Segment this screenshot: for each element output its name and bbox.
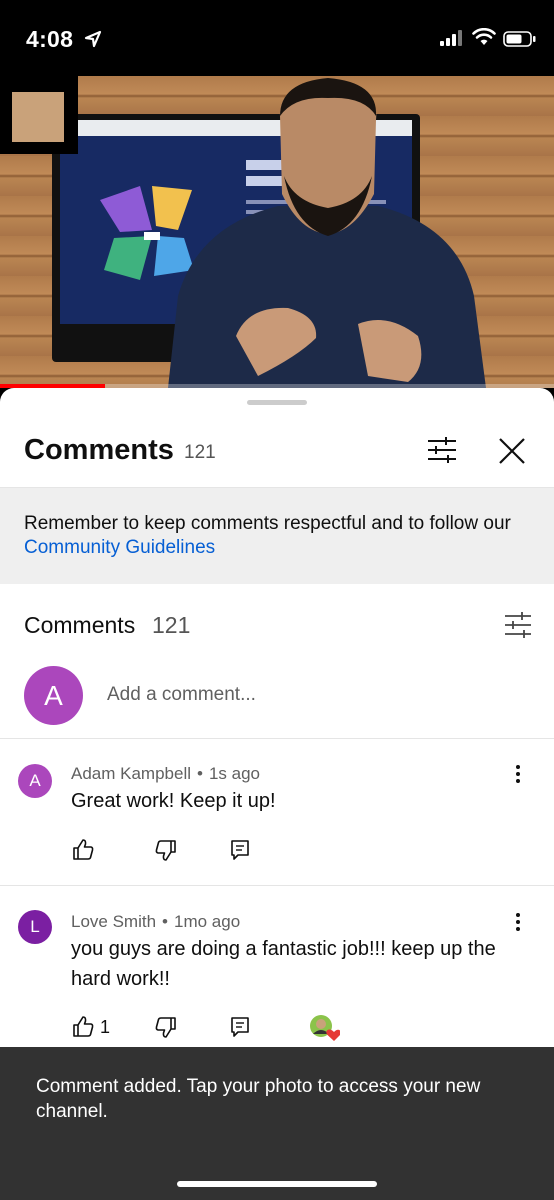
close-icon[interactable] bbox=[498, 437, 526, 465]
snackbar[interactable]: Comment added. Tap your photo to access … bbox=[0, 1047, 554, 1200]
more-options-icon[interactable] bbox=[510, 763, 526, 787]
reply-icon[interactable] bbox=[230, 1016, 250, 1038]
comments-sheet: Comments 121 Remember to keep comments r… bbox=[0, 388, 554, 1200]
meta-separator: • bbox=[162, 912, 168, 931]
comment-time: 1mo ago bbox=[174, 912, 241, 931]
comment-text: you guys are doing a fantastic job!!! ke… bbox=[71, 938, 496, 990]
divider bbox=[0, 738, 554, 739]
meta-separator: • bbox=[197, 764, 203, 783]
notice-text: Remember to keep comments respectful and… bbox=[24, 513, 511, 534]
community-guidelines-link[interactable]: Community Guidelines bbox=[24, 537, 215, 558]
sheet-comment-count: 121 bbox=[184, 442, 216, 463]
more-options-icon[interactable] bbox=[510, 911, 526, 935]
comments-section-count: 121 bbox=[152, 612, 191, 638]
like-icon[interactable] bbox=[72, 839, 94, 861]
comment-avatar[interactable]: A bbox=[18, 764, 52, 798]
creator-heart-icon bbox=[310, 1015, 340, 1041]
comment-author[interactable]: Adam Kampbell bbox=[71, 764, 191, 783]
home-indicator[interactable] bbox=[177, 1181, 377, 1187]
comment-author[interactable]: Love Smith bbox=[71, 912, 156, 931]
battery-icon bbox=[503, 31, 536, 47]
comment-meta: Adam Kampbell • 1s ago bbox=[71, 764, 260, 784]
add-comment-input[interactable]: Add a comment... bbox=[107, 684, 256, 706]
community-notice: Remember to keep comments respectful and… bbox=[0, 488, 554, 584]
channel-avatar[interactable] bbox=[0, 76, 78, 154]
drag-handle[interactable] bbox=[247, 400, 307, 405]
comment-time: 1s ago bbox=[208, 764, 261, 783]
like-icon[interactable] bbox=[72, 1016, 94, 1038]
channel-avatar-image bbox=[12, 92, 64, 142]
current-user-avatar[interactable]: A bbox=[24, 666, 83, 725]
comments-section-title: Comments bbox=[24, 612, 136, 638]
status-time: 4:08 bbox=[26, 26, 74, 52]
video-player[interactable] bbox=[0, 76, 554, 388]
dislike-icon[interactable] bbox=[155, 839, 177, 861]
wifi-icon bbox=[472, 28, 496, 45]
filter-icon[interactable] bbox=[426, 436, 458, 464]
snackbar-message: Comment added. Tap your photo to access … bbox=[36, 1076, 481, 1122]
comment-text: Great work! Keep it up! bbox=[71, 790, 276, 812]
divider bbox=[0, 885, 554, 886]
sheet-title: Comments bbox=[24, 434, 174, 466]
sort-icon[interactable] bbox=[504, 612, 532, 638]
like-count: 1 bbox=[100, 1017, 111, 1037]
dislike-icon[interactable] bbox=[155, 1016, 177, 1038]
comment-avatar[interactable]: L bbox=[18, 910, 52, 944]
location-arrow-icon bbox=[84, 30, 102, 48]
status-bar: 4:08 bbox=[0, 0, 554, 76]
video-presenter bbox=[168, 78, 486, 388]
reply-icon[interactable] bbox=[230, 839, 250, 861]
cellular-signal-icon bbox=[440, 30, 462, 46]
comment-meta: Love Smith • 1mo ago bbox=[71, 912, 240, 932]
